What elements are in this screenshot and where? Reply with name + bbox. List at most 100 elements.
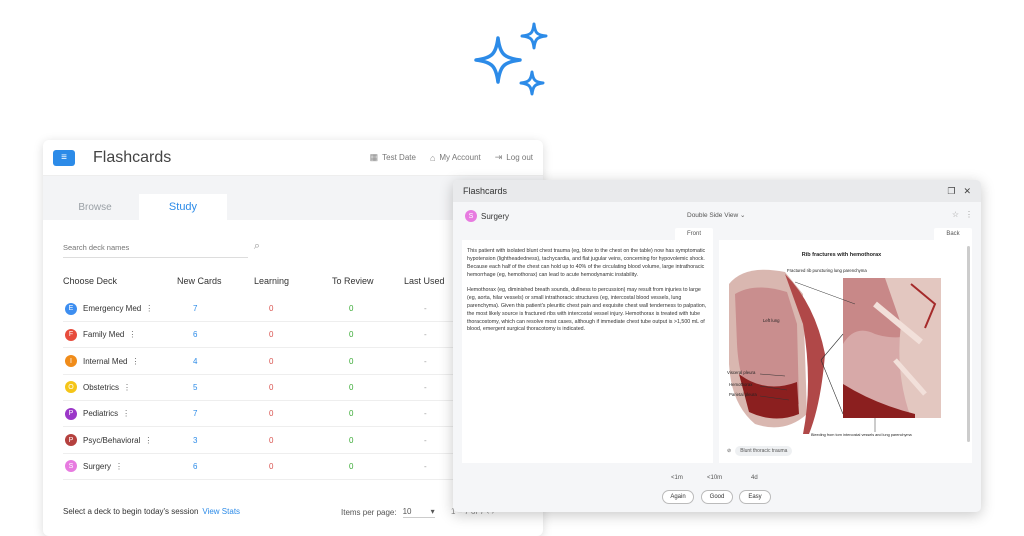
label-bleeding: Bleeding from torn intercostal vessels a… <box>811 433 913 437</box>
flashcard-titlebar: Flashcards ❐ ✕ <box>453 180 981 202</box>
deck-badge: P <box>65 434 77 446</box>
new-cards-count: 6 <box>193 330 198 340</box>
good-button[interactable]: Good <box>701 490 733 504</box>
col-to-review: To Review <box>332 276 374 286</box>
star-icon[interactable]: ☆ <box>952 210 959 219</box>
label-left-lung: Left lung <box>763 318 780 323</box>
review-count: 0 <box>349 356 354 366</box>
card-front-paragraph: This patient with isolated blunt chest t… <box>467 248 706 278</box>
label-visceral-pleura: Visceral pleura <box>727 370 756 375</box>
tag-chip[interactable]: Blunt thoracic trauma <box>735 446 793 456</box>
restore-window-icon[interactable]: ❐ <box>947 186 955 197</box>
image-title: Rib fractures with hemothorax <box>801 252 882 258</box>
card-back: Rib fractures with hemothorax Fractured … <box>719 240 972 463</box>
hamburger-icon: ≡ <box>61 151 67 163</box>
close-icon[interactable]: ✕ <box>963 186 971 197</box>
label-hemothorax: Hemothorax <box>729 382 753 387</box>
deck-badge: F <box>65 328 77 341</box>
review-count: 0 <box>349 330 354 340</box>
search-icon[interactable]: ⌕ <box>254 240 260 253</box>
col-choose-deck: Choose Deck <box>63 276 118 286</box>
learning-count: 0 <box>269 461 274 471</box>
learning-count: 0 <box>269 356 274 366</box>
deck-badge: P <box>65 407 77 420</box>
tab-browse[interactable]: Browse <box>51 194 139 220</box>
test-date-link[interactable]: ▦ Test Date <box>370 152 416 163</box>
footer-hint: Select a deck to begin today's session V… <box>63 507 241 516</box>
view-mode-select[interactable]: Double Side View ⌄ <box>687 211 745 219</box>
page-title: Flashcards <box>93 148 172 166</box>
deck-badge: S <box>65 460 77 473</box>
more-options-icon[interactable]: ⋮ <box>123 383 131 392</box>
new-cards-count: 5 <box>193 382 198 392</box>
log-out-link[interactable]: ⇥ Log out <box>495 152 533 163</box>
hemothorax-illustration: Fractured rib puncturing lung parenchyma… <box>727 268 941 437</box>
again-button[interactable]: Again <box>662 490 694 504</box>
more-options-icon[interactable]: ⋮ <box>144 436 152 445</box>
deck-window-header: ≡ Flashcards ▦ Test Date ⌂ My Account ⇥ Log… <box>43 140 543 176</box>
more-options-icon[interactable]: ⋮ <box>128 330 136 339</box>
card-front-paragraph: Hemothorax (eg, diminished breath sounds… <box>467 286 707 333</box>
more-options-icon[interactable]: ⋮ <box>131 357 139 366</box>
last-used: - <box>424 461 427 471</box>
deck-badge: O <box>65 381 77 394</box>
my-account-link[interactable]: ⌂ My Account <box>430 152 481 163</box>
new-cards-count: 6 <box>193 461 198 471</box>
items-per-page: Items per page: 10 ▾ <box>341 507 435 518</box>
label-fractured-rib: Fractured rib puncturing lung parenchyma <box>787 268 867 273</box>
view-stats-link[interactable]: View Stats <box>202 507 240 516</box>
deck-name: Internal Med <box>83 356 128 366</box>
tag-icon: ⊘ <box>727 448 732 454</box>
interval-again: <1m <box>671 475 683 481</box>
deck-badge: I <box>65 355 77 368</box>
flashcard-window: Flashcards ❐ ✕ S Surgery Double Side Vie… <box>453 180 981 512</box>
col-new-cards: New Cards <box>177 276 222 286</box>
dropdown-arrow-icon: ▾ <box>430 507 435 516</box>
col-learning: Learning <box>254 276 290 286</box>
tab-study[interactable]: Study <box>139 194 227 220</box>
search-box: ⌕ <box>63 238 260 258</box>
learning-count: 0 <box>269 435 274 445</box>
deck-name: Surgery <box>481 211 510 221</box>
learning-count: 0 <box>269 304 274 313</box>
review-count: 0 <box>349 409 354 419</box>
last-used: - <box>424 435 427 445</box>
more-options-icon[interactable]: ⋮ <box>122 409 130 418</box>
card-front: This patient with isolated blunt chest t… <box>462 240 713 463</box>
new-cards-count: 7 <box>193 304 198 313</box>
more-options-icon[interactable]: ⋮ <box>115 462 123 471</box>
sparkle-logo-icon <box>474 22 548 96</box>
learning-count: 0 <box>269 409 274 419</box>
interval-easy: 4d <box>751 475 758 481</box>
more-options-icon[interactable]: ⋮ <box>145 304 153 313</box>
deck-name: Emergency Med <box>83 304 142 313</box>
home-icon: ⌂ <box>429 152 436 163</box>
learning-count: 0 <box>269 382 274 392</box>
deck-name: Family Med <box>83 330 125 340</box>
image-scrollbar[interactable] <box>967 246 970 442</box>
deck-name: Obstetrics <box>83 382 120 392</box>
last-used: - <box>424 382 427 392</box>
flashcard-window-title: Flashcards <box>463 186 508 196</box>
calendar-icon: ▦ <box>369 152 379 162</box>
deck-badge: E <box>65 302 77 315</box>
more-options-icon[interactable]: ⋮ <box>965 210 973 219</box>
learning-count: 0 <box>269 330 274 340</box>
review-count: 0 <box>349 304 354 313</box>
review-count: 0 <box>349 382 354 392</box>
deck-name: Psyc/Behavioral <box>83 435 141 445</box>
interval-good: <10m <box>707 475 723 481</box>
card-tag: ⊘ Blunt thoracic trauma <box>727 446 793 456</box>
new-cards-count: 3 <box>193 435 198 445</box>
review-count: 0 <box>349 461 354 471</box>
last-used: - <box>424 330 427 340</box>
search-input[interactable] <box>63 243 213 252</box>
hamburger-menu-button[interactable]: ≡ <box>53 149 75 166</box>
items-per-page-select[interactable]: 10 ▾ <box>402 507 435 518</box>
last-used: - <box>424 356 427 366</box>
back-button[interactable]: Back <box>934 228 972 240</box>
logout-icon: ⇥ <box>494 152 503 162</box>
easy-button[interactable]: Easy <box>739 490 771 504</box>
top-links: ▦ Test Date ⌂ My Account ⇥ Log out <box>370 152 533 163</box>
deck-name: Pediatrics <box>83 409 119 419</box>
